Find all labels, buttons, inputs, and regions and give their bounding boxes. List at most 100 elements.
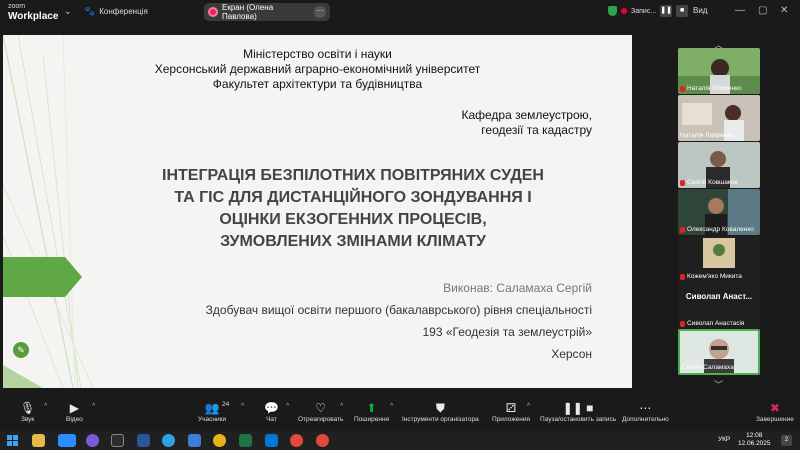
viber-icon[interactable]: [86, 434, 99, 447]
shield-tools-icon: ⛊: [435, 401, 445, 415]
chat-icon: 💬: [264, 401, 279, 415]
faculty-line: Факультет архітектури та будівництва: [212, 77, 423, 91]
record-dot-icon: [621, 8, 627, 14]
mic-muted-icon: [680, 226, 685, 233]
title-line: ТА ГІС ДЛЯ ДИСТАНЦІЙНОГО ЗОНДУВАННЯ І: [174, 189, 532, 206]
title-line: ІНТЕГРАЦІЯ БЕЗПІЛОТНИХ ПОВІТРЯНИХ СУДЕН: [162, 167, 544, 184]
apps-caret-icon[interactable]: ^: [527, 403, 530, 410]
microphone-icon: 🎙: [20, 401, 36, 415]
share-label: Поширення: [354, 416, 390, 423]
degree-line: Здобувач вищої освіти першого (бакалаврс…: [205, 303, 592, 317]
word-icon[interactable]: [137, 434, 150, 447]
host-tools-button[interactable]: ⛊ Інструменти організатора: [402, 400, 479, 423]
windows-taskbar: УКР 12:08 12.06.2025 2: [0, 431, 800, 450]
audio-button[interactable]: 🎙 Звук: [20, 400, 35, 423]
pause-stop-record-button[interactable]: ❚❚ ■ Пауза/остановить запись: [540, 400, 616, 423]
chat-caret-icon[interactable]: ^: [286, 403, 289, 410]
video-button[interactable]: ▶ Відео: [66, 400, 83, 423]
telegram-icon[interactable]: [162, 434, 175, 447]
clock-time: 12:08: [746, 432, 763, 439]
chrome-icon[interactable]: [290, 434, 303, 447]
share-screen-button[interactable]: ⬆ Поширення: [354, 400, 389, 423]
participant-name: Сергій Ковшаков: [680, 179, 738, 186]
participant-name: Кожем'яко Микита: [680, 273, 742, 280]
title-bar: zoom Workplace ⌄ 🐾 Конференція Екран (Ол…: [0, 0, 800, 24]
participant-tile[interactable]: Кожем'яко Микита: [678, 236, 760, 282]
file-explorer-icon[interactable]: [32, 434, 45, 447]
apps-icon: ⚂: [505, 401, 517, 415]
participant-tile-active[interactable]: Сергій Саламаха: [678, 329, 760, 375]
more-icon: ⋯: [639, 401, 652, 415]
recording-label: Запис...: [631, 7, 657, 15]
view-menu[interactable]: Вид: [693, 6, 707, 15]
stop-record-icon[interactable]: ■: [676, 5, 689, 17]
more-button[interactable]: ⋯ Дополнительно: [622, 400, 669, 423]
conference-label: Конференція: [99, 7, 148, 16]
end-button[interactable]: ✖ Завершение: [756, 400, 794, 423]
slide-title: ІНТЕГРАЦІЯ БЕЗПІЛОТНИХ ПОВІТРЯНИХ СУДЕН …: [103, 165, 603, 253]
participant-name: Сиволап Анастасія: [680, 320, 744, 327]
more-icon[interactable]: ···: [314, 6, 326, 18]
maximize-icon[interactable]: ▢: [758, 5, 767, 16]
chat-button[interactable]: 💬 Чат: [264, 400, 279, 423]
pause-stop-icon: ❚❚ ■: [562, 401, 594, 415]
title-line: ЗУМОВЛЕНИХ ЗМІНАМИ КЛІМАТУ: [220, 233, 486, 250]
shield-icon: [608, 6, 617, 16]
windows-start-icon[interactable]: [7, 435, 18, 446]
annotate-pen-icon[interactable]: ✎: [13, 342, 29, 358]
participant-tile[interactable]: Сиволап Анаст... Сиволап Анастасія: [678, 283, 760, 329]
mic-muted-icon: [680, 320, 685, 327]
participants-caret-icon[interactable]: ^: [241, 403, 244, 410]
zoom-taskbar-icon[interactable]: [58, 434, 76, 447]
participant-tile[interactable]: Наталія Клименко: [678, 48, 760, 94]
excel-icon[interactable]: [239, 434, 252, 447]
chat-label: Чат: [266, 416, 277, 423]
share-label: Екран (Олена Павлова): [222, 3, 274, 21]
participant-tile[interactable]: Олександр Коваленко: [678, 189, 760, 235]
chrome-icon[interactable]: [213, 434, 226, 447]
heart-icon: ♡: [315, 401, 327, 415]
app-icon[interactable]: [111, 434, 124, 447]
gallery-down-arrow-icon[interactable]: ﹀: [714, 378, 723, 391]
more-label: Дополнительно: [622, 416, 669, 423]
participants-icon: 👥: [204, 401, 220, 415]
participant-name: Сергій Саламаха: [682, 364, 734, 371]
participant-tile[interactable]: Сергій Ковшаков: [678, 142, 760, 188]
conference-menu[interactable]: 🐾 Конференція: [84, 6, 148, 17]
screen-share-indicator[interactable]: Екран (Олена Павлова) ···: [204, 3, 330, 21]
participant-tile[interactable]: Наталія Лавренко: [678, 95, 760, 141]
notification-badge[interactable]: 2: [781, 435, 792, 446]
host-tools-label: Інструменти організатора: [402, 416, 479, 423]
share-dot-icon: [208, 7, 218, 17]
shared-slide: Міністерство освіти і науки Херсонський …: [3, 35, 632, 388]
language-indicator[interactable]: УКР: [718, 436, 730, 443]
participant-name: Наталія Лавренко: [680, 132, 734, 139]
app-icon[interactable]: [265, 434, 278, 447]
audio-caret-icon[interactable]: ^: [44, 403, 47, 410]
mic-muted-icon: [680, 273, 685, 280]
chrome-icon[interactable]: [316, 434, 329, 447]
apps-label: Приложения: [492, 416, 531, 423]
share-caret-icon[interactable]: ^: [390, 403, 393, 410]
apps-button[interactable]: ⚂ Приложения: [492, 400, 530, 423]
close-icon[interactable]: ✕: [780, 5, 788, 16]
react-caret-icon[interactable]: ^: [340, 403, 343, 410]
minimize-icon[interactable]: —: [735, 5, 745, 16]
video-caret-icon[interactable]: ^: [92, 403, 95, 410]
pause-record-icon[interactable]: ❚❚: [660, 5, 673, 17]
ministry-line: Міністерство освіти і науки: [243, 47, 392, 61]
video-label: Відео: [66, 416, 83, 423]
participant-display-name: Сиволап Анаст...: [685, 292, 753, 301]
paw-icon: 🐾: [84, 6, 96, 16]
end-label: Завершение: [756, 416, 794, 423]
react-button[interactable]: ♡ Отреагировать: [298, 400, 343, 423]
clock[interactable]: 12:08 12.06.2025: [738, 432, 771, 448]
meeting-toolbar: 🎙 Звук ^ ▶ Відео ^ 👥 Учасники 24 ^ 💬 Чат…: [0, 398, 800, 431]
author-line: Виконав: Саламаха Сергій: [443, 281, 592, 295]
chevron-down-icon[interactable]: ⌄: [64, 6, 72, 17]
recording-status: Запис... ❚❚ ■: [608, 5, 689, 17]
mic-muted-icon: [680, 179, 685, 186]
specialty-line: 193 «Геодезія та землеустрій»: [422, 325, 593, 339]
app-icon[interactable]: [188, 434, 201, 447]
participants-count: 24: [222, 401, 230, 408]
